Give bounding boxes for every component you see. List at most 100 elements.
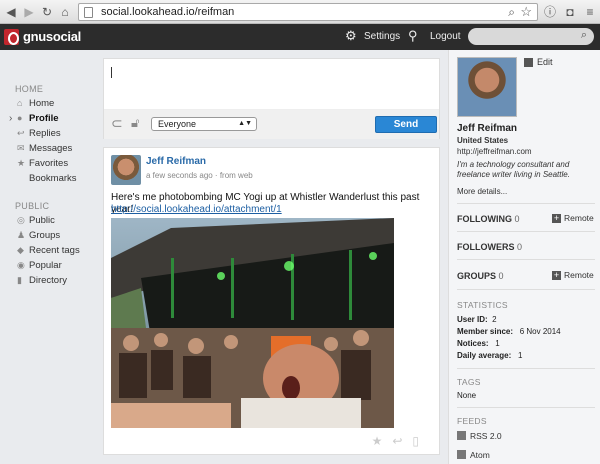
remote-group-button[interactable]: + Remote: [552, 270, 594, 280]
notice-textarea[interactable]: [104, 59, 439, 110]
profile-url[interactable]: http://jeffreifman.com: [457, 147, 532, 156]
delete-icon[interactable]: ▯: [412, 434, 429, 448]
lock-icon[interactable]: 🔓︎: [131, 115, 139, 131]
globe-icon: ◎: [17, 215, 25, 225]
nav-item-recent-tags[interactable]: ◆ Recent tags: [17, 245, 80, 258]
gear-icon[interactable]: ⚙: [345, 28, 357, 44]
popular-icon: ◉: [17, 260, 25, 270]
notice-photo[interactable]: [111, 218, 394, 428]
public-section-heading: PUBLIC: [15, 201, 50, 211]
notice-item: Jeff Reifman a few seconds ago · from we…: [103, 147, 440, 455]
browser-toolbar: ◀ ▶ ↻ ⌂ social.lookahead.io/reifman ⌕ ☆ …: [0, 0, 600, 24]
stat-user-id: User ID: 2: [457, 315, 497, 324]
bicycle-icon[interactable]: ⚲: [408, 28, 418, 44]
app-header: gnusocial ⚙ Settings ⚲ Logout ⌕: [0, 24, 600, 50]
remote-follow-button[interactable]: + Remote: [552, 213, 594, 223]
following-label: FOLLOWING: [457, 214, 512, 224]
stat-member-since: Member since: 6 Nov 2014: [457, 327, 561, 336]
edit-icon[interactable]: [524, 58, 533, 67]
notice-author[interactable]: Jeff Reifman: [146, 156, 206, 167]
following-count: 0: [514, 214, 520, 224]
nav-item-label: Popular: [29, 260, 62, 271]
send-button[interactable]: Send: [375, 116, 437, 133]
nav-item-label: Public: [29, 215, 55, 226]
feed-label: Atom: [470, 450, 490, 460]
feed-atom-link[interactable]: Atom: [457, 450, 490, 460]
pocket-icon[interactable]: ◘: [562, 4, 578, 20]
profile-avatar[interactable]: [457, 57, 517, 117]
rss-icon: [457, 431, 466, 440]
followers-count: 0: [517, 242, 523, 252]
logo-text[interactable]: gnusocial: [23, 29, 81, 44]
scope-select[interactable]: Everyone ▲▼: [151, 117, 257, 131]
gnusocial-logo-icon[interactable]: [4, 29, 19, 45]
search-icon[interactable]: ⌕: [508, 5, 515, 20]
settings-link[interactable]: Settings: [364, 31, 400, 42]
composer-toolbar: ⊂ 🔓︎ Everyone ▲▼ Send: [104, 110, 439, 139]
address-bar[interactable]: social.lookahead.io/reifman ⌕ ☆: [78, 3, 538, 21]
stat-daily-average: Daily average: 1: [457, 351, 522, 360]
concert-photo: [111, 218, 394, 428]
notice-meta[interactable]: a few seconds ago · from web: [146, 171, 253, 180]
text-caret: [111, 67, 112, 78]
nav-item-label: Groups: [29, 230, 61, 241]
forward-icon[interactable]: ▶: [22, 5, 36, 19]
nav-item-profile[interactable]: ● Profile: [17, 113, 59, 126]
logout-link[interactable]: Logout: [430, 31, 461, 42]
nav-item-replies[interactable]: ↩ Replies: [17, 128, 61, 141]
menu-icon[interactable]: ≡: [582, 4, 598, 20]
stat-label: User ID:: [457, 315, 488, 324]
remote-label: Remote: [564, 213, 594, 223]
reload-icon[interactable]: ↻: [40, 5, 54, 19]
plus-icon: +: [552, 270, 561, 280]
header-search-input[interactable]: ⌕: [468, 28, 594, 45]
author-avatar[interactable]: [111, 155, 141, 185]
following-heading[interactable]: FOLLOWING 0: [457, 214, 520, 224]
tags-value: None: [457, 391, 477, 400]
search-icon[interactable]: ⌕: [581, 29, 587, 42]
nav-item-bookmarks[interactable]: Bookmarks: [29, 173, 77, 186]
nav-item-public[interactable]: ◎ Public: [17, 215, 55, 228]
nav-item-popular[interactable]: ◉ Popular: [17, 260, 62, 273]
atom-icon: [457, 450, 466, 459]
divider: [457, 289, 595, 290]
divider: [457, 203, 595, 204]
favorite-star-icon[interactable]: ★: [372, 434, 393, 448]
home-icon[interactable]: ⌂: [58, 5, 72, 19]
stat-label: Notices:: [457, 339, 489, 348]
nav-item-messages[interactable]: ✉ Messages: [17, 143, 72, 156]
active-caret-icon: ›: [9, 113, 13, 124]
notice-composer: ⊂ 🔓︎ Everyone ▲▼ Send: [103, 58, 440, 139]
followers-label: FOLLOWERS: [457, 242, 515, 252]
statistics-heading: STATISTICS: [457, 300, 508, 310]
nav-item-groups[interactable]: ♟ Groups: [17, 230, 60, 243]
tags-heading: TAGS: [457, 377, 481, 387]
reply-icon: ↩: [17, 128, 25, 138]
profile-bio: I'm a technology consultant and freelanc…: [457, 160, 570, 179]
followers-heading[interactable]: FOLLOWERS 0: [457, 242, 522, 252]
bookmark-star-icon[interactable]: ☆: [520, 4, 532, 20]
stat-label: Daily average:: [457, 351, 512, 360]
nav-item-directory[interactable]: ▮ Directory: [17, 275, 67, 288]
feed-rss-link[interactable]: RSS 2.0: [457, 431, 502, 441]
stat-value: 1: [495, 339, 500, 348]
divider: [457, 231, 595, 232]
feed-label: RSS 2.0: [470, 431, 502, 441]
notice-attachment-link[interactable]: http://social.lookahead.io/attachment/1: [111, 204, 282, 215]
groups-heading[interactable]: GROUPS 0: [457, 271, 504, 281]
nav-item-favorites[interactable]: ★ Favorites: [17, 158, 68, 171]
home-icon: ⌂: [17, 98, 23, 108]
paperclip-icon[interactable]: ⊂: [111, 115, 123, 132]
edit-link[interactable]: Edit: [537, 57, 553, 67]
more-details-link[interactable]: More details...: [457, 187, 507, 196]
url-text[interactable]: social.lookahead.io/reifman: [101, 6, 234, 18]
stat-value: 6 Nov 2014: [519, 327, 561, 336]
info-icon[interactable]: ⓘ: [542, 4, 558, 20]
nav-item-home[interactable]: ⌂ Home: [17, 98, 54, 111]
page-icon: [84, 7, 93, 18]
tag-icon: ◆: [17, 245, 24, 255]
home-section-heading: HOME: [15, 84, 44, 94]
divider: [457, 368, 595, 369]
back-icon[interactable]: ◀: [4, 5, 18, 19]
reply-icon[interactable]: ↩: [392, 434, 412, 448]
